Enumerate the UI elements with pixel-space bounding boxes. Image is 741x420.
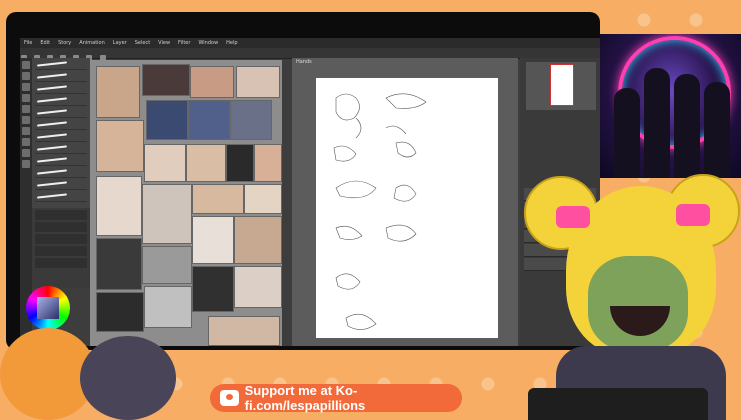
brush-preset[interactable] — [35, 108, 87, 118]
brush-preset[interactable] — [35, 180, 87, 190]
drawing-canvas[interactable] — [316, 78, 498, 338]
hand-reference-photo[interactable] — [192, 216, 234, 264]
brush-preset[interactable] — [35, 96, 87, 106]
laptop — [528, 388, 708, 420]
menu-layer[interactable]: Layer — [113, 40, 127, 46]
menu-view[interactable]: View — [158, 40, 170, 46]
menu-file[interactable]: File — [24, 40, 32, 46]
hand-reference-photo[interactable] — [96, 66, 140, 118]
hand-reference-photo[interactable] — [234, 266, 282, 308]
menu-story[interactable]: Story — [58, 40, 71, 46]
hand-reference-photo[interactable] — [192, 184, 244, 214]
hand-reference-photo[interactable] — [230, 100, 272, 140]
kofi-banner[interactable]: Support me at Ko-fi.com/lespapillions — [210, 383, 462, 413]
hand-reference-photo[interactable] — [208, 316, 280, 346]
navigator-thumbnail[interactable] — [550, 64, 574, 106]
anti-aliasing-control[interactable] — [35, 258, 87, 268]
brush-preset[interactable] — [35, 168, 87, 178]
bow-right — [676, 204, 710, 226]
hand-reference-photo[interactable] — [96, 120, 144, 172]
hand-reference-photo[interactable] — [186, 144, 226, 182]
brush-preset[interactable] — [35, 72, 87, 82]
select-tool-icon[interactable] — [22, 83, 30, 91]
hand-reference-photo[interactable] — [144, 144, 186, 182]
face — [588, 256, 688, 351]
hand-reference-photo[interactable] — [254, 144, 282, 182]
menu-animation[interactable]: Animation — [79, 40, 105, 46]
zoom-tool-icon[interactable] — [22, 61, 30, 69]
hand-reference-photo[interactable] — [142, 246, 192, 284]
menu-select[interactable]: Select — [135, 40, 150, 46]
brush-preset[interactable] — [35, 156, 87, 166]
text-tool-icon[interactable] — [22, 160, 30, 168]
brush-preset[interactable] — [35, 144, 87, 154]
eyedropper-tool-icon[interactable] — [22, 94, 30, 102]
hand-reference-photo[interactable] — [96, 238, 142, 290]
canvas-tab[interactable]: Hands — [296, 59, 312, 65]
opacity-slider[interactable] — [35, 222, 87, 232]
hand-sketches — [333, 93, 427, 330]
vtuber-avatar — [516, 146, 741, 420]
brush-preset[interactable] — [35, 60, 87, 70]
hand-reference-photo[interactable] — [244, 184, 282, 214]
monitor-frame: File Edit Story Animation Layer Select V… — [6, 12, 600, 350]
fill-tool-icon[interactable] — [22, 149, 30, 157]
hand-reference-photo[interactable] — [192, 266, 234, 312]
pen-tool-icon[interactable] — [22, 105, 30, 113]
menu-bar: File Edit Story Animation Layer Select V… — [20, 38, 600, 48]
kofi-cup-icon — [220, 390, 239, 406]
brush-tool-icon[interactable] — [22, 127, 30, 135]
menu-filter[interactable]: Filter — [178, 40, 190, 46]
hand-reference-photo[interactable] — [142, 64, 190, 96]
hand-reference-photo[interactable] — [188, 100, 230, 140]
brush-preset[interactable] — [35, 84, 87, 94]
hand-reference-photo[interactable] — [236, 66, 280, 98]
hand-reference-photo[interactable] — [146, 100, 188, 140]
hand-reference-photo[interactable] — [96, 176, 142, 236]
hand-reference-photo[interactable] — [234, 216, 282, 264]
sub-tool-palette — [32, 58, 90, 208]
menu-edit[interactable]: Edit — [40, 40, 50, 46]
hand-reference-photo[interactable] — [144, 286, 192, 328]
color-wheel[interactable] — [26, 286, 70, 330]
hand-reference-photo[interactable] — [96, 292, 144, 332]
eraser-tool-icon[interactable] — [22, 138, 30, 146]
menu-window[interactable]: Window — [198, 40, 218, 46]
bow-left — [556, 206, 590, 228]
hand-reference-photo[interactable] — [142, 184, 192, 244]
brush-size-slider[interactable] — [35, 210, 87, 220]
gray-cat-mascot — [80, 336, 176, 420]
tool-property-panel — [32, 208, 90, 288]
stabilization-slider[interactable] — [35, 246, 87, 256]
brush-preset[interactable] — [35, 120, 87, 130]
pencil-tool-icon[interactable] — [22, 116, 30, 124]
brush-preset[interactable] — [35, 192, 87, 202]
hand-reference-photo[interactable] — [226, 144, 254, 182]
brush-preset[interactable] — [35, 132, 87, 142]
menu-help[interactable]: Help — [226, 40, 237, 46]
move-tool-icon[interactable] — [22, 72, 30, 80]
density-slider[interactable] — [35, 234, 87, 244]
hand-reference-photo[interactable] — [190, 66, 234, 98]
clip-studio-window: File Edit Story Animation Layer Select V… — [20, 38, 600, 346]
banner-text: Support me at Ko-fi.com/lespapillions — [244, 383, 366, 413]
reference-image-board — [90, 60, 282, 346]
